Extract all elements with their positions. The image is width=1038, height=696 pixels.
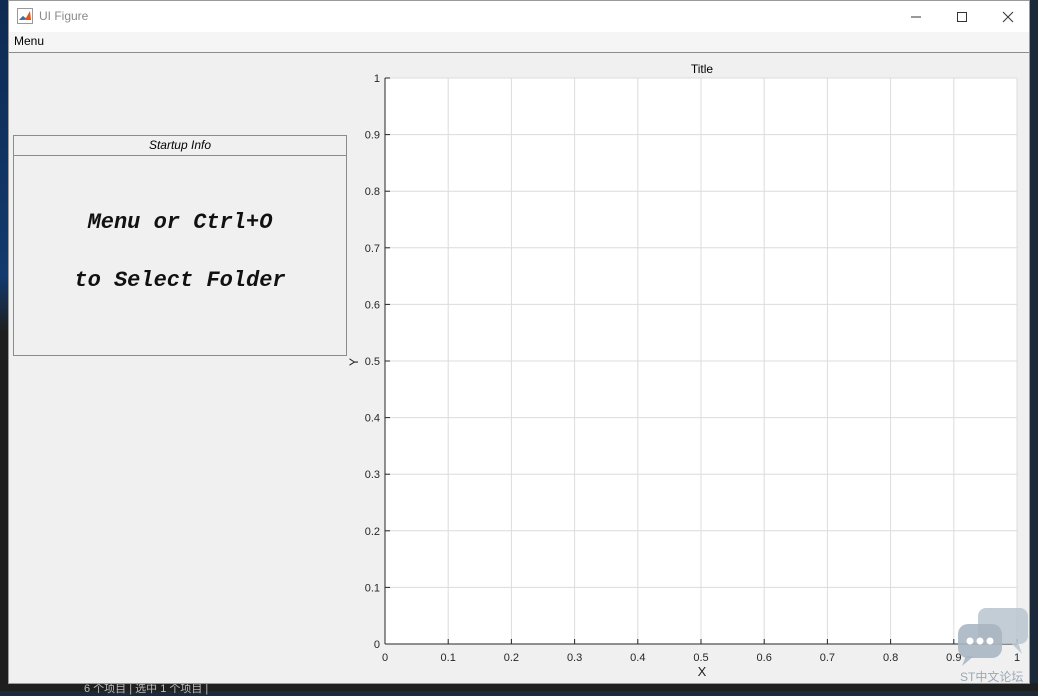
panel-title: Startup Info <box>14 136 346 156</box>
x-tick-label: 0.6 <box>757 652 772 664</box>
y-tick-label: 0.7 <box>365 243 380 255</box>
y-tick-label: 0.5 <box>365 356 380 368</box>
x-tick-label: 0.8 <box>883 652 898 664</box>
y-tick-label: 0.9 <box>365 130 380 142</box>
minimize-button[interactable] <box>893 1 939 32</box>
ui-figure-window: UI Figure Menu Startup Info Menu or Ctrl… <box>8 0 1030 684</box>
window-title: UI Figure <box>39 9 89 23</box>
y-tick-label: 1 <box>374 73 380 85</box>
x-axis-label: X <box>698 664 707 679</box>
close-icon <box>1002 11 1014 22</box>
instruction-line-2: to Select Folder <box>74 268 286 293</box>
x-tick-label: 0.3 <box>567 652 582 664</box>
x-tick-label: 0.1 <box>441 652 456 664</box>
x-tick-label: 0.4 <box>630 652 645 664</box>
x-tick-label: 0 <box>382 652 388 664</box>
y-axis-label: Y <box>347 358 361 366</box>
menu-item-menu[interactable]: Menu <box>13 34 45 48</box>
y-tick-label: 0.6 <box>365 299 380 311</box>
menu-bar: Menu <box>9 32 1029 53</box>
axes-svg: Title X Y 0 0.1 0.2 0.3 0.4 0.5 0.6 0.7 0.8 0.9 1 0… <box>347 62 1020 679</box>
watermark-text: ST中文论坛 <box>960 670 1024 684</box>
x-tick-label: 0.5 <box>693 652 708 664</box>
y-tick-label: 0 <box>374 639 380 651</box>
y-tick-label: 0.3 <box>365 469 380 481</box>
y-tick-label: 0.1 <box>365 582 380 594</box>
startup-info-panel: Startup Info Menu or Ctrl+O to Select Fo… <box>13 135 347 356</box>
minimize-icon <box>911 16 921 17</box>
x-tick-label: 0.7 <box>820 652 835 664</box>
maximize-button[interactable] <box>939 1 985 32</box>
close-button[interactable] <box>985 1 1031 32</box>
y-tick-label: 0.8 <box>365 186 380 198</box>
axes-title: Title <box>691 62 714 76</box>
maximize-icon <box>957 11 967 22</box>
y-tick-label: 0.4 <box>365 413 380 425</box>
instruction-line-1: Menu or Ctrl+O <box>87 210 273 235</box>
y-tick-label: 0.2 <box>365 526 380 538</box>
matlab-icon <box>17 8 33 24</box>
plot-axes[interactable]: Title X Y 0 0.1 0.2 0.3 0.4 0.5 0.6 0.7 0.8 0.9 1 0… <box>339 56 1029 681</box>
title-bar[interactable]: UI Figure <box>9 1 1029 32</box>
x-tick-label: 0.2 <box>504 652 519 664</box>
